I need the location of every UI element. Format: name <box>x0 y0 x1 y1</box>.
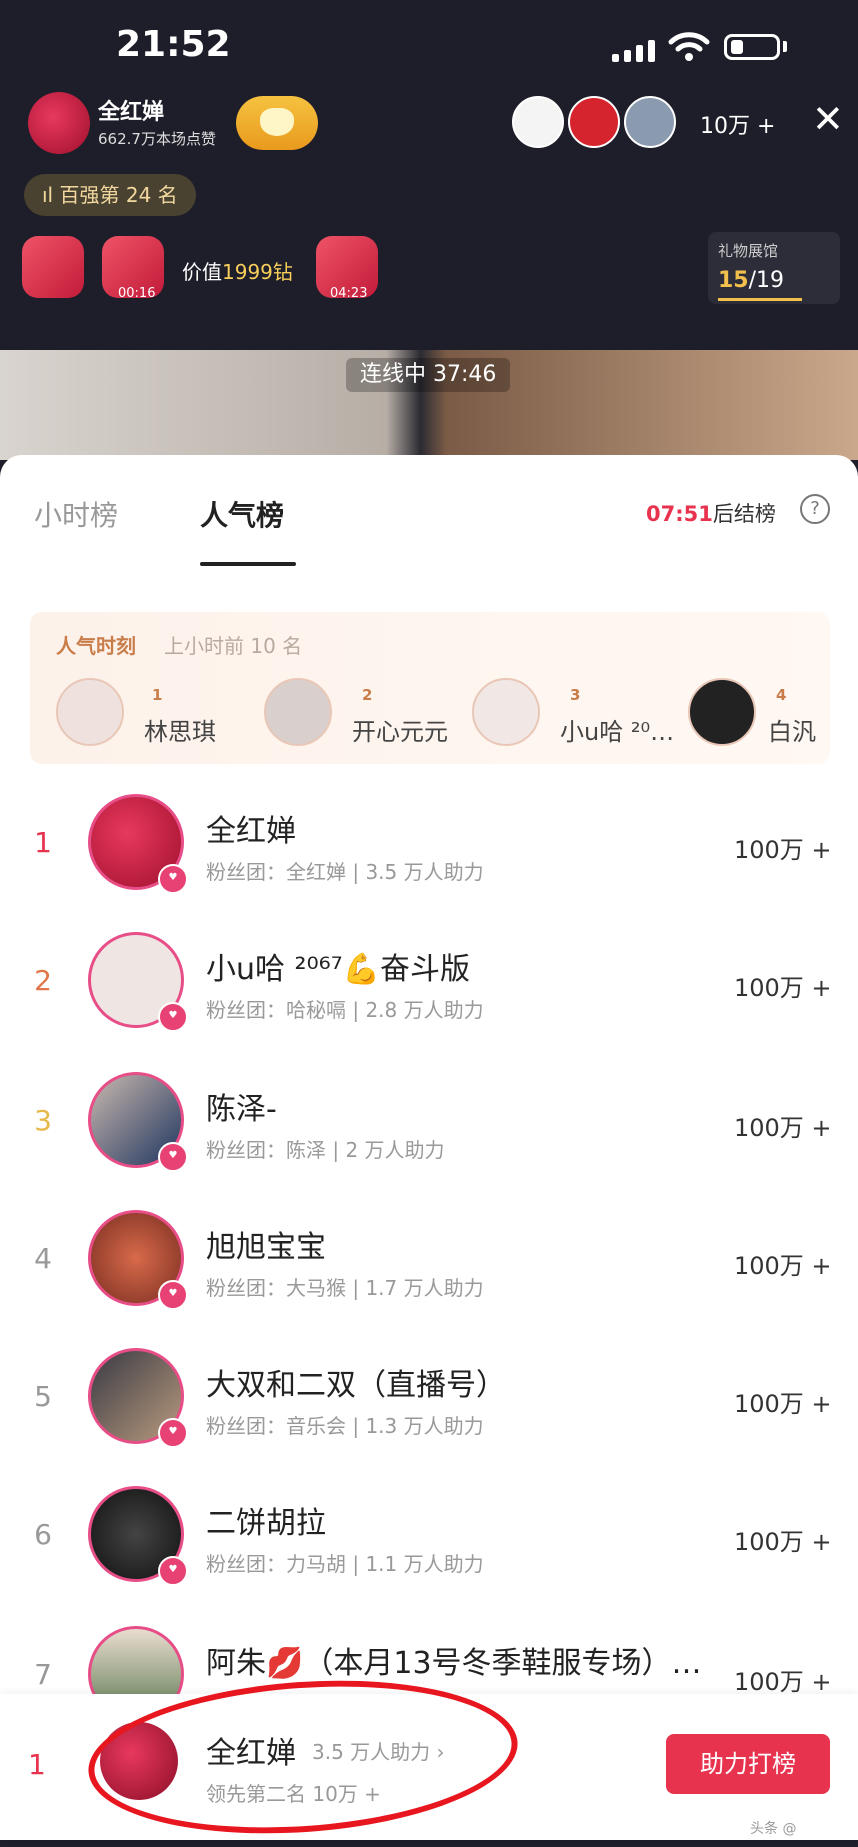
gift-gallery-count: 15/19 <box>718 268 784 293</box>
fan-badge-icon: ♥ <box>158 864 188 894</box>
row-rank: 4 <box>34 1242 52 1275</box>
moment-name[interactable]: 开心元元 <box>352 712 462 747</box>
row-name[interactable]: 大双和二双（直播号） <box>206 1360 506 1404</box>
moment-name[interactable]: 小u哈 ²⁰… <box>560 712 676 747</box>
red-envelope-icon[interactable] <box>22 236 84 298</box>
moment-rank: 1 <box>152 686 163 704</box>
row-score: 100万 + <box>734 1668 832 1696</box>
row-score: 100万 + <box>734 836 832 864</box>
gallery-current: 15 <box>718 268 749 293</box>
moment-rank: 4 <box>776 686 787 704</box>
moment-avatar[interactable] <box>264 678 332 746</box>
tab-popularity[interactable]: 人气榜 <box>200 494 284 534</box>
battery-icon <box>724 34 780 60</box>
moment-rank: 2 <box>362 686 373 704</box>
row-score: 100万 + <box>734 1252 832 1280</box>
status-time: 21:52 <box>116 24 231 65</box>
countdown: 07:51后结榜 <box>646 498 776 528</box>
signal-icon <box>612 38 658 62</box>
watermark: 头条 @ <box>750 1821 797 1837</box>
countdown-suffix: 后结榜 <box>712 502 776 526</box>
gift-value-amount: 1999钻 <box>222 260 293 284</box>
row-name[interactable]: 全红婵 <box>206 806 296 850</box>
rank-badge-text: 百强第 24 名 <box>59 183 178 207</box>
gallery-total: /19 <box>748 268 785 293</box>
moment-name[interactable]: 林思琪 <box>144 712 254 747</box>
viewer-count[interactable]: 10万 + <box>700 108 775 140</box>
moment-avatar[interactable] <box>472 678 540 746</box>
row-fan: 粉丝团：力马胡 | 1.1 万人助力 <box>206 1552 484 1576</box>
follow-button[interactable] <box>236 96 318 150</box>
gallery-progress <box>718 298 802 301</box>
my-rank: 1 <box>28 1748 46 1781</box>
row-rank: 3 <box>34 1104 52 1137</box>
moments-subtitle: 上小时前 10 名 <box>164 634 303 658</box>
pk-timer: 连线中 37:46 <box>346 358 511 392</box>
gift-value-prefix: 价值 <box>182 260 222 284</box>
viewer-avatar[interactable] <box>568 96 620 148</box>
gift-timer: 00:16 <box>118 286 156 301</box>
help-icon[interactable]: ? <box>800 494 830 524</box>
countdown-time: 07:51 <box>646 502 713 526</box>
fan-badge-icon: ♥ <box>158 1556 188 1586</box>
wifi-icon <box>668 32 710 61</box>
rank-badge[interactable]: ıl 百强第 24 名 <box>24 174 196 216</box>
row-fan: 粉丝团：哈秘嗝 | 2.8 万人助力 <box>206 998 484 1022</box>
row-score: 100万 + <box>734 974 832 1002</box>
tab-underline <box>200 562 296 566</box>
gift-gallery-title: 礼物展馆 <box>718 242 779 260</box>
row-rank: 1 <box>34 826 52 859</box>
fan-club-icon <box>260 108 294 136</box>
row-fan: 粉丝团：音乐会 | 1.3 万人助力 <box>206 1414 484 1438</box>
close-icon[interactable]: ✕ <box>812 100 844 138</box>
host-name[interactable]: 全红婵 <box>98 94 164 126</box>
lucky-bag-timer: 04:23 <box>330 286 368 301</box>
boost-rank-button[interactable]: 助力打榜 <box>666 1734 830 1794</box>
gift-value: 价值1999钻 <box>182 256 293 285</box>
row-rank: 6 <box>34 1518 52 1551</box>
row-rank: 2 <box>34 964 52 997</box>
row-rank: 7 <box>34 1658 52 1691</box>
row-name[interactable]: 陈泽- <box>206 1084 277 1128</box>
tab-hourly[interactable]: 小时榜 <box>34 494 118 534</box>
moment-avatar[interactable] <box>56 678 124 746</box>
row-score: 100万 + <box>734 1114 832 1142</box>
row-fan: 粉丝团：全红婵 | 3.5 万人助力 <box>206 860 484 884</box>
fan-badge-icon: ♥ <box>158 1280 188 1310</box>
host-avatar[interactable] <box>28 92 90 154</box>
moment-rank: 3 <box>570 686 581 704</box>
moment-name[interactable]: 白汎 <box>768 712 824 747</box>
host-likes: 662.7万本场点赞 <box>98 130 216 148</box>
moments-title: 人气时刻 <box>56 634 136 658</box>
row-name[interactable]: 二饼胡拉 <box>206 1498 326 1542</box>
row-rank: 5 <box>34 1380 52 1413</box>
fan-badge-icon: ♥ <box>158 1142 188 1172</box>
viewer-avatar[interactable] <box>512 96 564 148</box>
battery-tip <box>783 41 787 52</box>
row-name[interactable]: 旭旭宝宝 <box>206 1222 326 1266</box>
row-name[interactable]: 小u哈 ²⁰⁶⁷💪奋斗版 <box>206 944 470 988</box>
moment-avatar[interactable] <box>688 678 756 746</box>
bar-chart-icon: ıl <box>42 183 60 207</box>
fan-badge-icon: ♥ <box>158 1002 188 1032</box>
row-score: 100万 + <box>734 1390 832 1418</box>
row-name[interactable]: 阿朱💋（本月13号冬季鞋服专场）… <box>206 1638 726 1682</box>
row-fan: 粉丝团：陈泽 | 2 万人助力 <box>206 1138 445 1162</box>
row-fan: 粉丝团：大马猴 | 1.7 万人助力 <box>206 1276 484 1300</box>
viewer-avatar[interactable] <box>624 96 676 148</box>
row-score: 100万 + <box>734 1528 832 1556</box>
fan-badge-icon: ♥ <box>158 1418 188 1448</box>
